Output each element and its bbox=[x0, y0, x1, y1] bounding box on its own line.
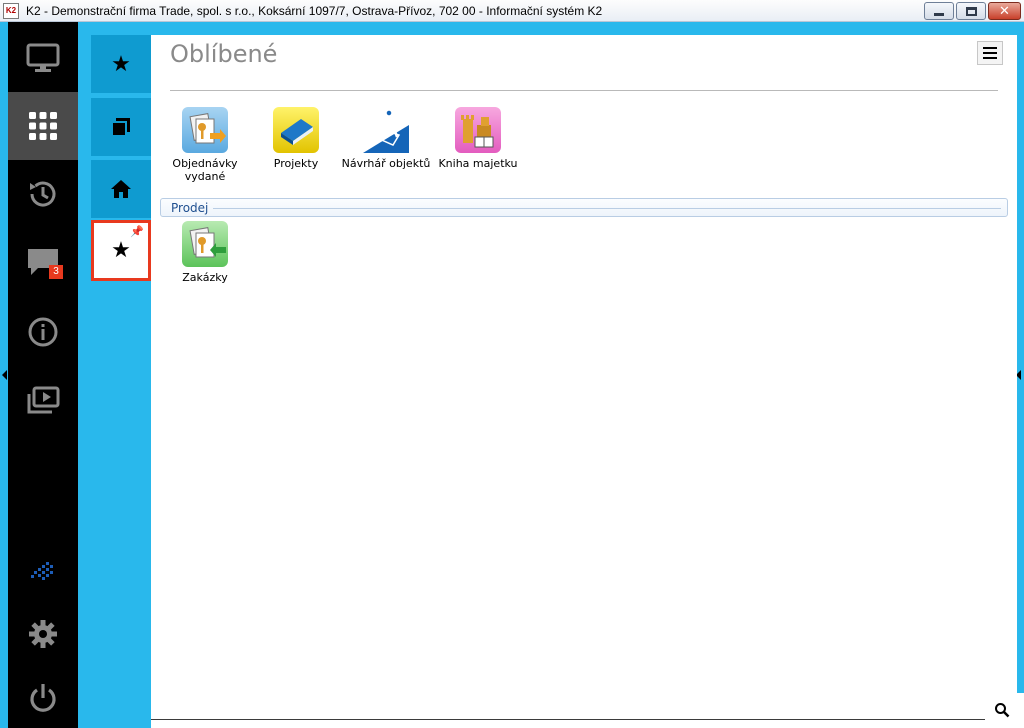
gear-icon bbox=[29, 620, 57, 648]
media-icon bbox=[27, 386, 60, 414]
k2-logo-icon bbox=[31, 562, 53, 580]
sidebar-item-apps[interactable] bbox=[8, 92, 78, 160]
orders-icon bbox=[182, 221, 228, 267]
tab-windows[interactable] bbox=[91, 98, 151, 156]
monitor-icon bbox=[26, 43, 60, 72]
settings-button[interactable] bbox=[8, 600, 78, 668]
info-icon bbox=[28, 317, 58, 347]
tab-home[interactable] bbox=[91, 160, 151, 218]
sidebar-item-desktop[interactable] bbox=[8, 24, 78, 92]
k2-logo bbox=[8, 537, 78, 605]
power-icon bbox=[30, 684, 56, 712]
pin-icon[interactable]: 📌 bbox=[130, 225, 144, 238]
star-icon: ★ bbox=[111, 51, 131, 77]
group-header-prodej[interactable]: Prodej bbox=[160, 198, 1008, 217]
search-icon[interactable] bbox=[994, 702, 1010, 718]
favorite-tile[interactable]: Návrhář objektů bbox=[341, 107, 431, 170]
sidebar-item-messages[interactable]: 3 bbox=[8, 228, 78, 296]
bottom-search-bar bbox=[151, 693, 1024, 728]
main-panel: Oblíbené Objednávky vydané Projekty Návr… bbox=[151, 35, 1017, 693]
collapse-left-icon[interactable] bbox=[2, 370, 7, 380]
orders-issued-icon bbox=[182, 107, 228, 153]
home-icon bbox=[111, 180, 131, 198]
search-input[interactable] bbox=[151, 719, 985, 720]
sidebar-item-history[interactable] bbox=[8, 160, 78, 228]
minimize-button[interactable] bbox=[924, 2, 954, 20]
favorite-label: Zakázky bbox=[182, 271, 228, 284]
object-designer-icon bbox=[363, 107, 409, 153]
sidebar-item-info[interactable] bbox=[8, 298, 78, 366]
favorite-label: Projekty bbox=[273, 157, 319, 170]
projects-book-icon bbox=[273, 107, 319, 153]
favorite-label: Objednávky vydané bbox=[172, 157, 238, 183]
favorite-label: Kniha majetku bbox=[438, 157, 518, 170]
windows-icon bbox=[111, 118, 130, 137]
favorite-tile[interactable]: Zakázky bbox=[160, 221, 250, 284]
close-icon: ✕ bbox=[999, 3, 1010, 19]
window-title: K2 - Demonstrační firma Trade, spol. s r… bbox=[26, 4, 603, 18]
tab-favorites-pinned[interactable]: ★ 📌 bbox=[91, 220, 151, 281]
menu-button[interactable] bbox=[977, 41, 1003, 65]
sidebar: 3 bbox=[8, 22, 78, 728]
hamburger-icon bbox=[983, 47, 997, 49]
title-divider bbox=[170, 90, 998, 91]
group-title: Prodej bbox=[171, 201, 209, 215]
close-button[interactable]: ✕ bbox=[988, 2, 1021, 20]
favorite-tile[interactable]: Projekty bbox=[251, 107, 341, 170]
tab-favorites[interactable]: ★ bbox=[91, 35, 151, 93]
star-icon: ★ bbox=[111, 238, 131, 263]
message-count-badge: 3 bbox=[49, 265, 63, 279]
maximize-icon bbox=[965, 6, 977, 16]
favorite-label: Návrhář objektů bbox=[341, 157, 431, 170]
window-title-bar: K2 K2 - Demonstrační firma Trade, spol. … bbox=[0, 0, 1024, 22]
maximize-button[interactable] bbox=[956, 2, 986, 20]
grid-icon bbox=[29, 112, 57, 140]
sidebar-item-media[interactable] bbox=[8, 367, 78, 435]
asset-book-icon bbox=[455, 107, 501, 153]
history-icon bbox=[30, 181, 56, 207]
page-title: Oblíbené bbox=[170, 40, 278, 68]
favorite-tile[interactable]: Kniha majetku bbox=[433, 107, 523, 170]
app-icon: K2 bbox=[3, 3, 19, 19]
minimize-icon bbox=[934, 12, 944, 16]
favorite-tile[interactable]: Objednávky vydané bbox=[160, 107, 250, 183]
logout-button[interactable] bbox=[8, 664, 78, 728]
group-divider bbox=[213, 208, 1001, 209]
